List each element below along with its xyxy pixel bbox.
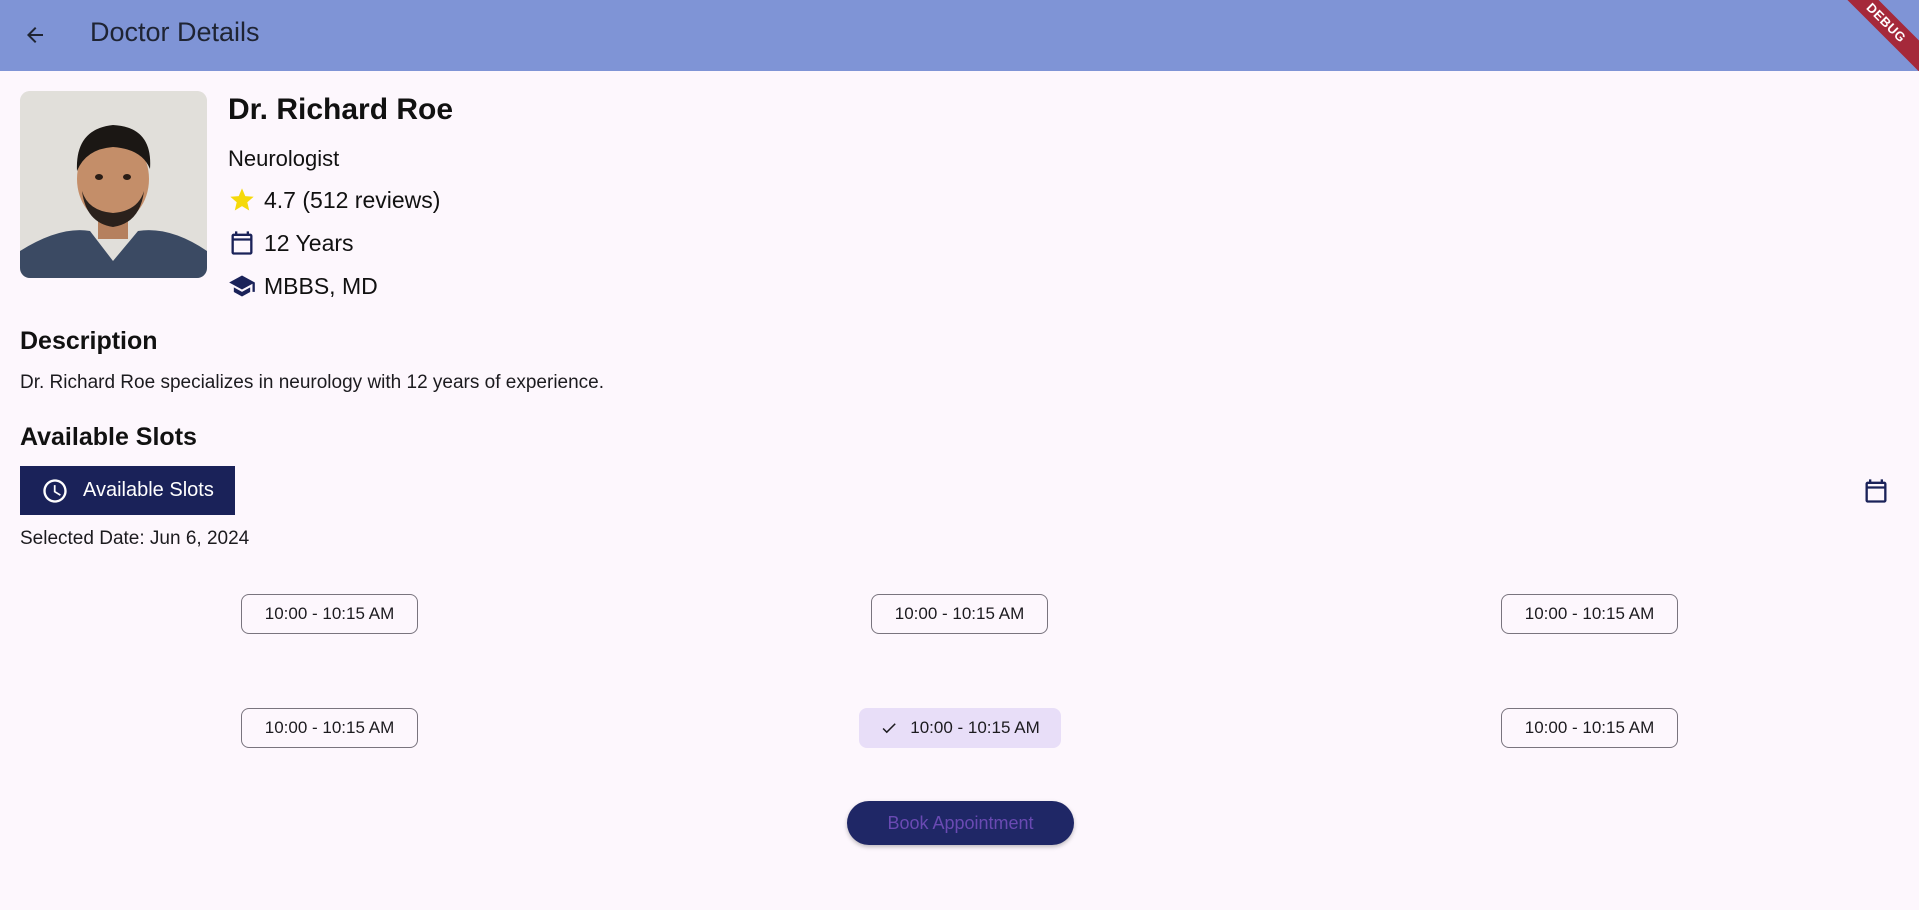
calendar-picker-button[interactable] xyxy=(1862,476,1890,506)
doctor-specialty: Neurologist xyxy=(228,146,340,171)
book-appointment-label: Book Appointment xyxy=(887,812,1034,833)
time-slot-chip[interactable]: 10:00 - 10:15 AM xyxy=(871,594,1048,634)
time-slot-label: 10:00 - 10:15 AM xyxy=(1524,718,1655,737)
graduation-cap-icon xyxy=(228,272,256,300)
doctor-avatar xyxy=(20,91,207,278)
rating-row: 4.7 (512 reviews) xyxy=(228,186,440,214)
time-slot-label: 10:00 - 10:15 AM xyxy=(894,604,1025,623)
back-button[interactable] xyxy=(14,14,56,56)
app-bar: Doctor Details DEBUG xyxy=(0,0,1919,71)
experience-text: 12 Years xyxy=(264,229,354,256)
time-slot-label: 10:00 - 10:15 AM xyxy=(910,718,1040,737)
calendar-icon xyxy=(1865,479,1887,503)
available-slots-button[interactable]: Available Slots xyxy=(20,466,235,515)
calendar-icon xyxy=(228,229,256,257)
experience-row: 12 Years xyxy=(228,229,354,257)
page-title: Doctor Details xyxy=(90,17,260,47)
time-slot-label: 10:00 - 10:15 AM xyxy=(264,718,395,737)
book-appointment-button[interactable]: Book Appointment xyxy=(847,801,1074,845)
time-slot-label: 10:00 - 10:15 AM xyxy=(1524,604,1655,623)
time-slot-chip[interactable]: 10:00 - 10:15 AM xyxy=(1501,708,1678,748)
available-slots-button-label: Available Slots xyxy=(83,479,214,501)
check-icon xyxy=(880,719,898,737)
time-slot-label: 10:00 - 10:15 AM xyxy=(264,604,395,623)
arrow-back-icon xyxy=(27,27,43,43)
available-slots-heading: Available Slots xyxy=(20,423,197,451)
debug-banner: DEBUG xyxy=(1825,0,1919,71)
time-slot-chip[interactable]: 10:00 - 10:15 AM xyxy=(1501,594,1678,634)
doctor-name: Dr. Richard Roe xyxy=(228,93,454,126)
qualification-row: MBBS, MD xyxy=(228,272,378,300)
star-icon xyxy=(228,186,256,214)
rating-text: 4.7 (512 reviews) xyxy=(264,186,441,213)
clock-icon xyxy=(41,477,69,505)
qualification-text: MBBS, MD xyxy=(264,272,378,299)
time-slot-chip-selected[interactable]: 10:00 - 10:15 AM xyxy=(859,708,1061,748)
selected-date: Selected Date: Jun 6, 2024 xyxy=(20,528,250,549)
description-text: Dr. Richard Roe specializes in neurology… xyxy=(20,372,605,393)
time-slot-chip[interactable]: 10:00 - 10:15 AM xyxy=(241,594,418,634)
description-heading: Description xyxy=(20,327,158,355)
time-slot-chip[interactable]: 10:00 - 10:15 AM xyxy=(241,708,418,748)
